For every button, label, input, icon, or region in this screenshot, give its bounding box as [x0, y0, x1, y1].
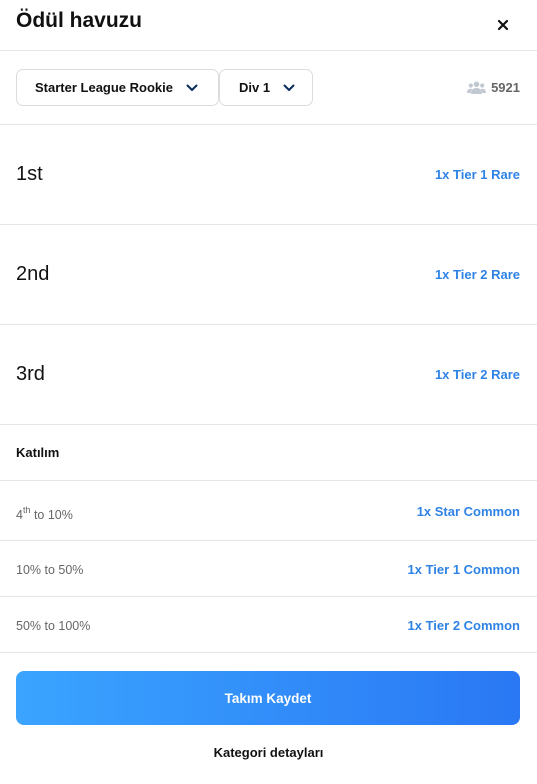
rank-row-3: 3rd 1x Tier 2 Rare — [0, 325, 537, 425]
category-details-link[interactable]: Kategori detayları — [0, 745, 537, 760]
rank-row-2: 2nd 1x Tier 2 Rare — [0, 225, 537, 325]
range-number: 4 — [16, 508, 23, 523]
modal-header: Ödül havuzu — [0, 0, 537, 51]
rank-row-1: 1st 1x Tier 1 Rare — [0, 125, 537, 225]
participation-row-3: 50% to 100% 1x Tier 2 Common — [0, 597, 537, 653]
filter-bar: Starter League Rookie Div 1 5921 — [0, 51, 537, 125]
division-select-value: Div 1 — [239, 80, 271, 95]
reward-link[interactable]: 1x Tier 2 Rare — [435, 267, 520, 282]
reward-link[interactable]: 1x Star Common — [417, 504, 520, 519]
rank-label: 3rd — [16, 363, 45, 385]
reward-link[interactable]: 1x Tier 2 Common — [408, 618, 520, 633]
range-rest: to 10% — [30, 508, 73, 523]
reward-link[interactable]: 1x Tier 2 Rare — [435, 367, 520, 382]
participation-range-label: 4th to 10% — [16, 505, 73, 523]
participant-count: 5921 — [467, 80, 520, 95]
range-ordinal-suffix: th — [22, 505, 31, 515]
participation-range-label: 10% to 50% — [16, 563, 84, 577]
participant-count-value: 5921 — [491, 80, 520, 95]
division-select[interactable]: Div 1 — [219, 69, 313, 106]
section-title: Katılım — [16, 445, 60, 460]
rank-label: 1st — [16, 163, 43, 185]
league-select-value: Starter League Rookie — [35, 80, 173, 95]
close-button[interactable] — [493, 15, 513, 35]
participation-row-2: 10% to 50% 1x Tier 1 Common — [0, 541, 537, 597]
save-team-button[interactable]: Takım Kaydet — [16, 671, 520, 725]
reward-link[interactable]: 1x Tier 1 Rare — [435, 167, 520, 182]
participation-range-label: 50% to 100% — [16, 619, 91, 633]
chevron-down-icon — [186, 84, 198, 91]
participation-section-header: Katılım — [0, 425, 537, 481]
chevron-down-icon — [283, 84, 295, 91]
users-icon — [467, 81, 487, 94]
rank-label: 2nd — [16, 263, 50, 285]
reward-link[interactable]: 1x Tier 1 Common — [408, 562, 520, 577]
league-select[interactable]: Starter League Rookie — [16, 69, 219, 106]
close-icon[interactable] — [493, 15, 513, 35]
participation-row-1: 4th to 10% 1x Star Common — [0, 481, 537, 541]
page-title: Ödül havuzu — [16, 9, 142, 32]
